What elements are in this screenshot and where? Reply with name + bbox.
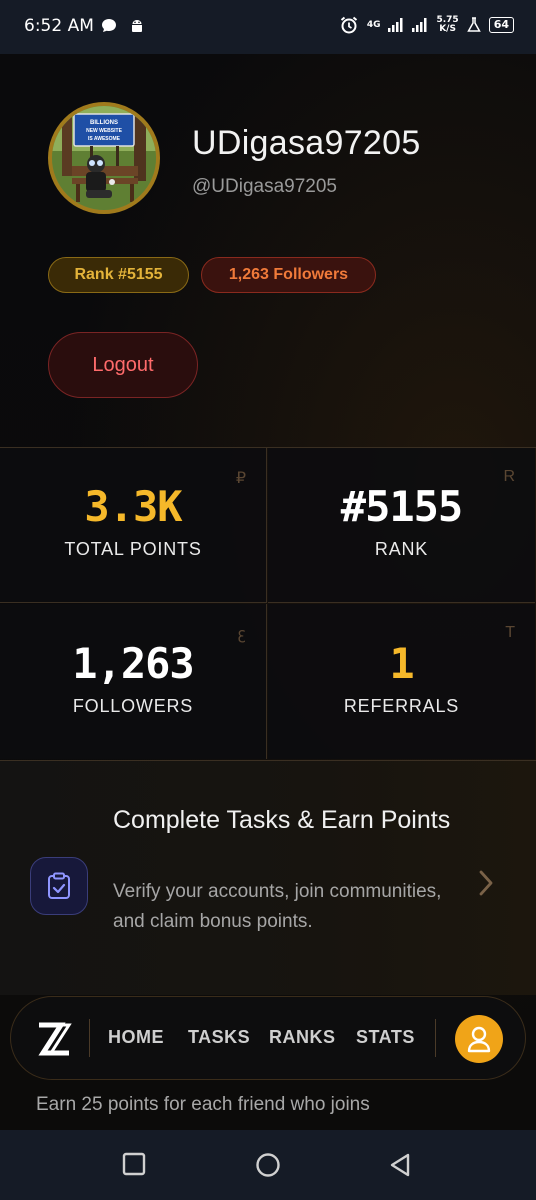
nav-divider [435, 1019, 436, 1057]
followers-badge: 1,263 Followers [201, 257, 376, 293]
network-type: 4G [366, 19, 381, 30]
stat-referrals: T 1 REFERRALS [268, 604, 535, 759]
network-speed: 5.75 K/S [436, 16, 458, 34]
stat-label: REFERRALS [343, 695, 460, 716]
bottom-nav: HOME TASKS RANKS STATS [10, 996, 526, 1080]
stat-label: RANK [374, 539, 429, 559]
clipboard-check-icon [30, 857, 88, 915]
profile-screen: BILLIONS NEW WEBSITE IS AWESOME UDigasa9… [0, 54, 536, 1130]
signal-icon-2 [412, 18, 427, 32]
task-card-title: Complete Tasks & Earn Points [113, 806, 451, 834]
referral-note: Earn 25 points for each friend who joins [36, 1094, 370, 1115]
speed-unit: K/S [439, 24, 456, 34]
stat-label: TOTAL POINTS [64, 539, 202, 559]
chevron-right-icon[interactable] [478, 869, 494, 897]
avatar[interactable]: BILLIONS NEW WEBSITE IS AWESOME [48, 102, 160, 214]
stats-grid: ₽ 3.3K TOTAL POINTS R #5155 RANK ꜫ 1,263… [0, 447, 536, 761]
task-card-description: Verify your accounts, join communities, … [113, 881, 442, 932]
avatar-illustration: BILLIONS NEW WEBSITE IS AWESOME [52, 106, 156, 210]
rank-badge: Rank #5155 [48, 257, 189, 293]
home-icon[interactable] [255, 1152, 281, 1178]
avatar-sign-line-3: IS AWESOME [88, 136, 121, 142]
stat-value: 1,263 [72, 638, 194, 688]
status-right-icons: 4G 5.75 K/S 64 [339, 15, 514, 35]
android-icon [132, 20, 142, 32]
nav-stats[interactable]: STATS [356, 1027, 415, 1048]
referrals-icon: T [505, 624, 515, 641]
user-handle: @UDigasa97205 [192, 176, 337, 197]
rank-icon: R [503, 468, 515, 485]
username: UDigasa97205 [192, 124, 421, 162]
stat-value: 1 [389, 638, 414, 688]
battery-indicator: 64 [488, 17, 514, 33]
nav-home[interactable]: HOME [108, 1027, 164, 1048]
notification-icons [100, 17, 146, 35]
back-icon[interactable] [388, 1152, 412, 1178]
stat-rank: R #5155 RANK [268, 448, 535, 603]
status-bar: 6:52 AM 4G 5.75 K/S 64 [0, 0, 536, 54]
alarm-icon [340, 16, 357, 34]
avatar-sign-line-2: NEW WEBSITE [86, 128, 122, 134]
tasks-card[interactable]: Complete Tasks & Earn Points Verify your… [0, 761, 536, 995]
stat-followers: ꜫ 1,263 FOLLOWERS [0, 604, 267, 759]
points-icon: ₽ [235, 470, 246, 487]
stat-value: 3.3K [84, 482, 182, 531]
avatar-sign-line-1: BILLIONS [90, 120, 118, 126]
recents-icon[interactable] [122, 1152, 146, 1176]
stat-label: FOLLOWERS [72, 695, 194, 716]
nav-divider [89, 1019, 90, 1057]
followers-icon: ꜫ [237, 626, 246, 643]
nav-tasks[interactable]: TASKS [188, 1027, 250, 1048]
user-icon [467, 1026, 491, 1053]
signal-icon [388, 18, 403, 32]
stat-total-points: ₽ 3.3K TOTAL POINTS [0, 448, 267, 603]
status-time: 6:52 AM [24, 16, 94, 36]
flask-icon [466, 17, 481, 32]
app-logo-icon[interactable] [35, 1019, 73, 1059]
profile-button[interactable] [455, 1015, 503, 1063]
stat-value: #5155 [340, 482, 463, 531]
logout-button[interactable]: Logout [48, 332, 198, 398]
chat-bubble-icon [102, 19, 116, 32]
nav-ranks[interactable]: RANKS [269, 1027, 336, 1048]
system-nav-bar [0, 1130, 536, 1200]
